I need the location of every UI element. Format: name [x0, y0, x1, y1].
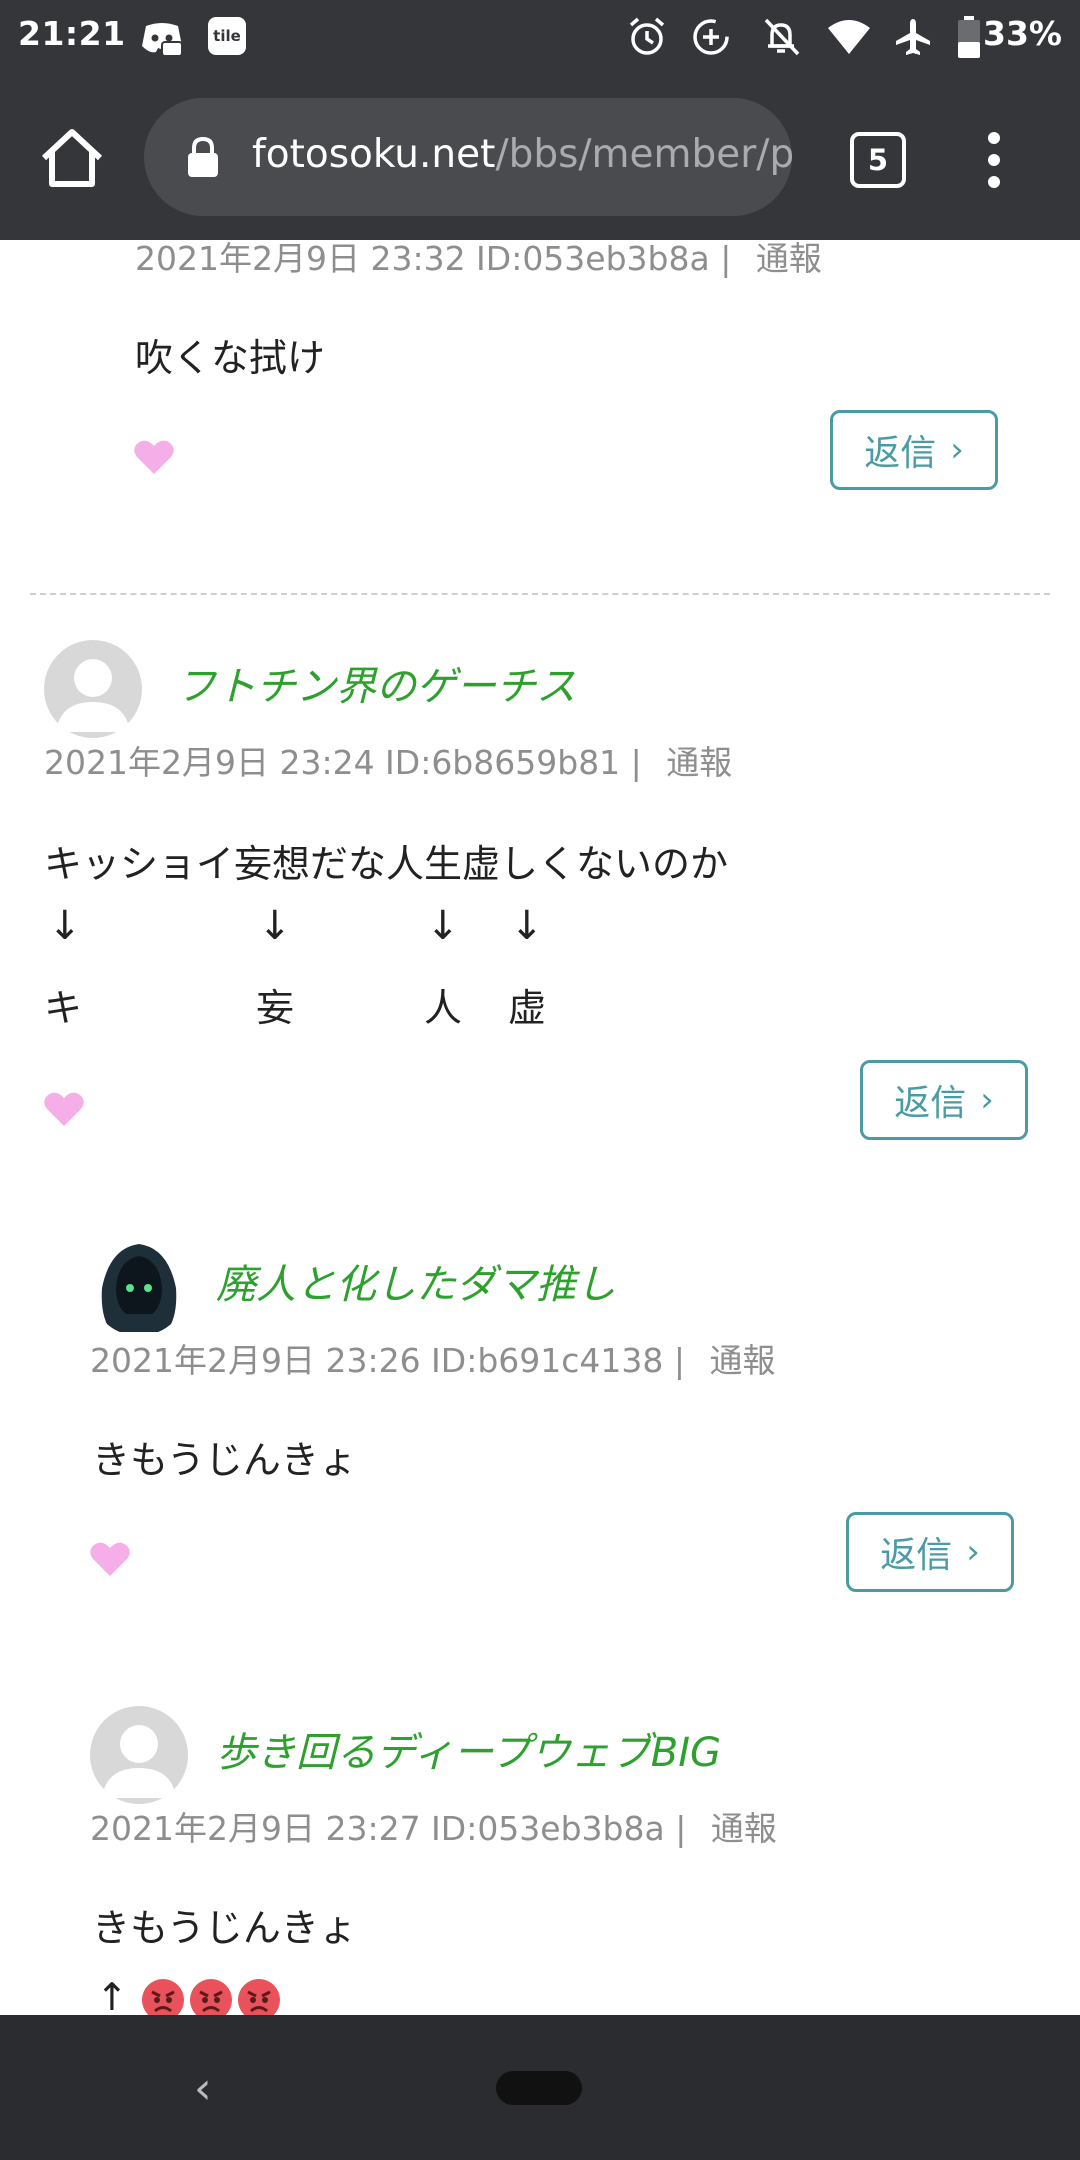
username[interactable]: フトチン界のゲーチス: [176, 654, 576, 712]
comment-text: きもうじんきょ: [92, 1906, 357, 1950]
lock-icon: [188, 136, 218, 177]
char-text: キ: [44, 986, 83, 1030]
divider: [30, 593, 1050, 595]
comment-text: キッショイ妄想だな人生虚しくないのか: [44, 842, 729, 886]
comment-meta: 2021年2月9日 23:26 ID:b691c4138 | 通報: [90, 1341, 776, 1380]
battery-icon: [958, 16, 980, 58]
battery-percent: 33%: [983, 14, 1062, 53]
chevron-right-icon: ›: [966, 1532, 980, 1572]
comment-meta: 2021年2月9日 23:24 ID:6b8659b81 | 通報: [44, 743, 733, 782]
username[interactable]: 廃人と化したダマ推し: [216, 1252, 616, 1310]
comment-thread: 2021年2月9日 23:32 ID:053eb3b8a | 通報 吹くな拭け …: [0, 240, 1080, 2015]
char-text: 妄: [256, 986, 295, 1030]
char-text: 虚: [508, 986, 547, 1030]
comment-text: 吹くな拭け: [135, 336, 326, 380]
avatar[interactable]: [44, 640, 142, 738]
arrow-text: ↓: [426, 903, 460, 949]
heart-icon[interactable]: [89, 1540, 131, 1578]
data-saver-icon: [693, 19, 729, 55]
url-path: /bbs/member/p: [495, 132, 792, 177]
hooded-figure-avatar-icon: [101, 1244, 177, 1332]
heart-icon[interactable]: [133, 438, 175, 476]
tab-switcher-button[interactable]: 5: [850, 132, 906, 188]
chevron-right-icon: ›: [980, 1080, 994, 1120]
comment-text: きもうじんきょ: [92, 1438, 357, 1482]
comment-meta: 2021年2月9日 23:27 ID:053eb3b8a | 通報: [90, 1809, 777, 1848]
angry-face-icon: [237, 1978, 280, 2015]
alarm-icon: [629, 17, 665, 55]
tile-icon: tile: [208, 17, 246, 55]
report-link[interactable]: 通報: [666, 743, 732, 782]
url-domain: fotosoku.net: [252, 132, 496, 177]
arrow-text: ↓: [258, 903, 292, 949]
reply-button[interactable]: 返信 ›: [846, 1512, 1014, 1592]
notifications-off-icon: [764, 18, 800, 56]
status-time: 21:21: [18, 14, 126, 53]
username[interactable]: 歩き回るディープウェブBIG: [216, 1720, 721, 1778]
default-avatar-icon: [56, 659, 130, 732]
browser-toolbar: fotosoku.net/bbs/member/p 5: [0, 74, 1080, 240]
arrow-text: ↓: [510, 903, 544, 949]
arrow-text: ↑: [96, 1975, 128, 2015]
report-link[interactable]: 通報: [711, 1809, 777, 1848]
angry-face-icon: [189, 1978, 232, 2015]
report-link[interactable]: 通報: [709, 1341, 775, 1380]
comment-text-line: ↑: [96, 1975, 284, 2015]
url-text: fotosoku.net/bbs/member/p: [252, 132, 792, 177]
report-link[interactable]: 通報: [756, 240, 822, 278]
home-icon[interactable]: [38, 126, 106, 190]
avatar[interactable]: [90, 1706, 188, 1804]
status-bar: 21:21 tile 33%: [0, 0, 1080, 74]
comment-meta: 2021年2月9日 23:32 ID:053eb3b8a | 通報: [135, 240, 822, 278]
back-icon[interactable]: ‹: [194, 2063, 212, 2114]
home-pill-button[interactable]: [496, 2071, 582, 2105]
wifi-icon: [828, 20, 870, 54]
system-nav-bar: ‹: [0, 2015, 1080, 2160]
arrow-text: ↓: [48, 903, 82, 949]
char-text: 人: [424, 986, 463, 1030]
airplane-icon: [896, 19, 930, 55]
chevron-right-icon: ›: [950, 430, 964, 470]
reply-button[interactable]: 返信 ›: [860, 1060, 1028, 1140]
more-options-icon[interactable]: [982, 130, 1006, 190]
url-bar[interactable]: fotosoku.net/bbs/member/p: [144, 98, 792, 216]
discord-icon: [142, 23, 183, 57]
avatar[interactable]: [90, 1238, 188, 1336]
angry-face-icon: [141, 1978, 184, 2015]
reply-button[interactable]: 返信 ›: [830, 410, 998, 490]
default-avatar-icon: [102, 1725, 176, 1798]
heart-icon[interactable]: [43, 1090, 85, 1128]
